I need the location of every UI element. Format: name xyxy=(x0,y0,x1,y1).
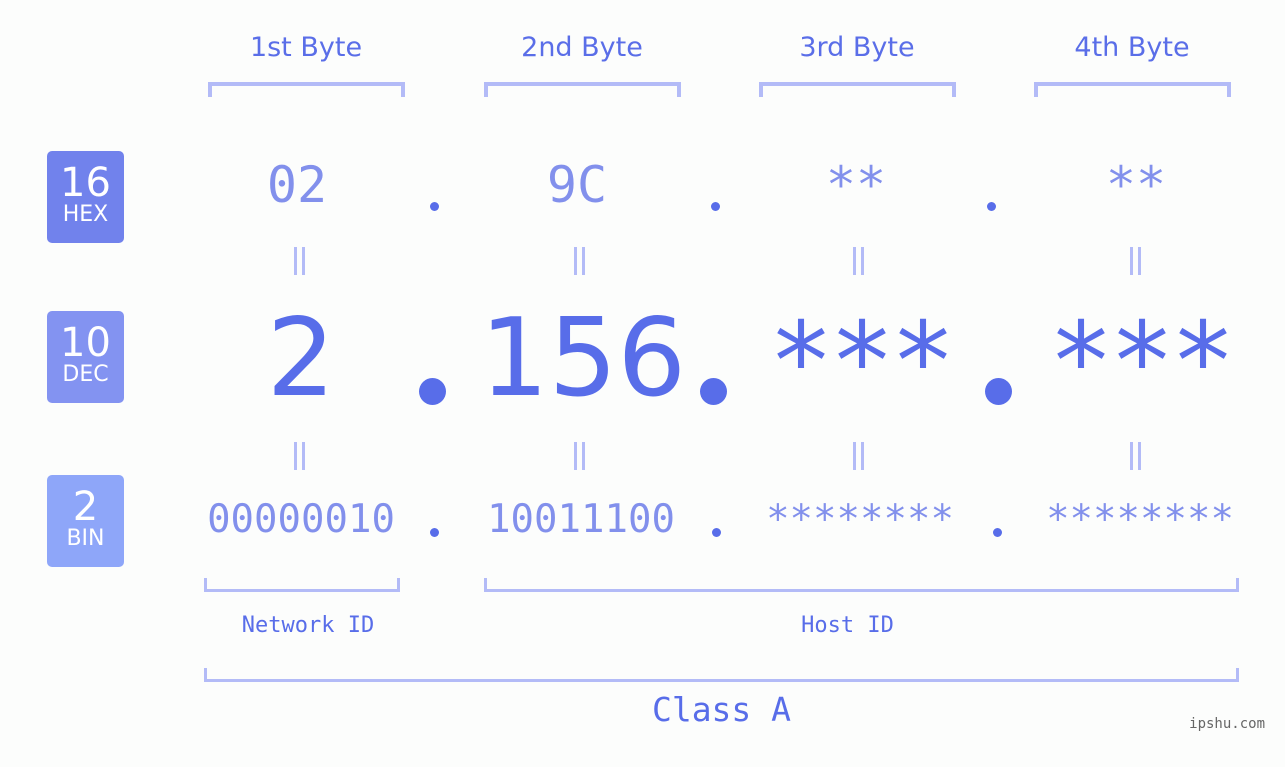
dec-separator-dot xyxy=(985,378,1012,405)
equals-icon xyxy=(851,247,865,275)
bin-byte-1: 00000010 xyxy=(207,497,395,542)
class-label: Class A xyxy=(651,690,792,729)
bin-badge-label: BIN xyxy=(66,526,105,551)
byte-label-3: 3rd Byte xyxy=(799,32,915,63)
bin-badge: 2 BIN xyxy=(47,475,124,567)
equals-icon xyxy=(292,247,306,275)
bin-separator-dot xyxy=(993,528,1002,537)
byte-label-4: 4th Byte xyxy=(1074,32,1190,63)
hex-byte-3: ** xyxy=(825,156,887,214)
dec-badge: 10 DEC xyxy=(47,311,124,403)
equals-icon xyxy=(292,442,306,470)
byte-label-2: 2nd Byte xyxy=(521,32,643,63)
host-id-label: Host ID xyxy=(801,613,894,638)
hex-separator-dot xyxy=(430,202,439,211)
equals-icon xyxy=(1128,442,1142,470)
equals-icon xyxy=(851,442,865,470)
hex-separator-dot xyxy=(711,202,720,211)
dec-byte-1: 2 xyxy=(266,296,336,421)
dec-badge-number: 10 xyxy=(60,320,111,366)
bin-byte-2: 10011100 xyxy=(487,497,675,542)
byte-bracket-2 xyxy=(484,82,681,97)
byte-bracket-4 xyxy=(1034,82,1231,97)
hex-byte-2: 9C xyxy=(546,156,608,214)
hex-badge-number: 16 xyxy=(60,160,111,206)
equals-icon xyxy=(572,442,586,470)
hex-separator-dot xyxy=(987,202,996,211)
dec-separator-dot xyxy=(419,378,446,405)
dec-byte-2: 156 xyxy=(479,296,687,421)
dec-byte-4: *** xyxy=(1048,300,1235,425)
watermark: ipshu.com xyxy=(1189,716,1265,732)
hex-byte-1: 02 xyxy=(266,156,328,214)
dec-badge-label: DEC xyxy=(62,362,109,387)
hex-byte-4: ** xyxy=(1105,156,1167,214)
bin-byte-3: ******** xyxy=(766,497,954,542)
equals-icon xyxy=(572,247,586,275)
bin-separator-dot xyxy=(430,528,439,537)
bin-badge-number: 2 xyxy=(72,484,99,530)
byte-bracket-3 xyxy=(759,82,956,97)
class-bracket xyxy=(204,668,1239,682)
network-id-bracket xyxy=(204,578,400,592)
byte-bracket-1 xyxy=(208,82,405,97)
dec-byte-3: *** xyxy=(768,300,955,425)
host-id-bracket xyxy=(484,578,1239,592)
hex-badge-label: HEX xyxy=(62,202,109,227)
bin-separator-dot xyxy=(712,528,721,537)
network-id-label: Network ID xyxy=(241,613,375,638)
bin-byte-4: ******** xyxy=(1046,497,1234,542)
byte-label-1: 1st Byte xyxy=(249,32,363,63)
equals-icon xyxy=(1128,247,1142,275)
dec-separator-dot xyxy=(700,378,727,405)
hex-badge: 16 HEX xyxy=(47,151,124,243)
